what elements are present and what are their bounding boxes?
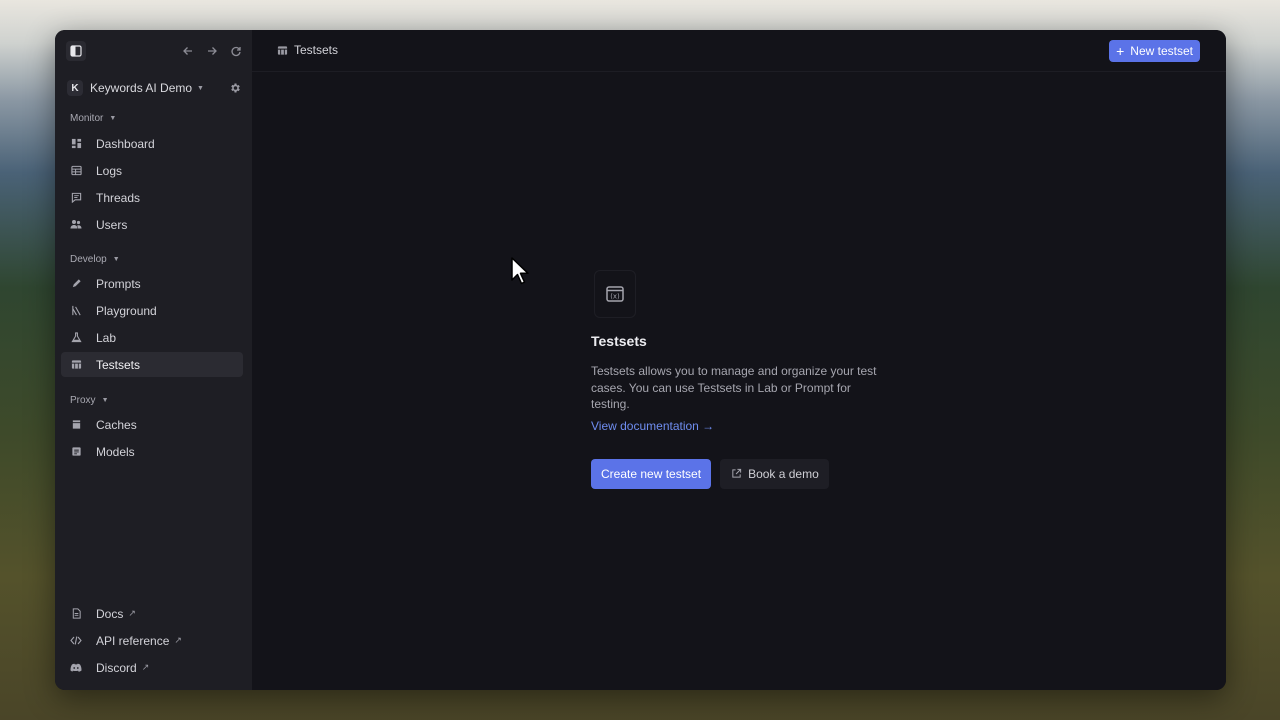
external-link-icon: ↗ — [141, 662, 150, 672]
refresh-icon[interactable] — [228, 43, 244, 59]
sidebar-item-label: API reference — [96, 633, 170, 648]
sidebar-item-playground[interactable]: Playground — [61, 298, 243, 323]
sidebar-item-label: Caches — [96, 417, 137, 432]
view-documentation-link[interactable]: View documentation → — [591, 419, 714, 433]
book-a-demo-label: Book a demo — [748, 466, 819, 481]
plus-icon: + — [1116, 43, 1125, 59]
page-header: Testsets + New testset — [252, 30, 1226, 72]
section-label: Proxy — [70, 395, 96, 406]
section-develop[interactable]: Develop ▼ — [70, 254, 120, 265]
empty-state-icon-box: (x) — [594, 270, 636, 318]
toggle-sidebar-icon[interactable] — [66, 41, 86, 61]
section-proxy[interactable]: Proxy ▼ — [70, 395, 109, 406]
sidebar-item-label: Playground — [96, 303, 157, 318]
sidebar-item-testsets[interactable]: Testsets — [61, 352, 243, 377]
org-switcher[interactable]: K Keywords AI Demo ▼ — [67, 78, 243, 98]
back-arrow-icon[interactable] — [180, 43, 196, 59]
new-testset-button[interactable]: + New testset — [1109, 40, 1200, 62]
main-content: Testsets + New testset (x) Testsets Test… — [252, 30, 1226, 690]
code-icon — [69, 634, 83, 648]
sidebar-item-models[interactable]: Models — [61, 439, 243, 464]
history-controls — [180, 43, 244, 59]
sidebar-item-lab[interactable]: Lab — [61, 325, 243, 350]
users-icon — [69, 218, 83, 232]
empty-state-description: Testsets allows you to manage and organi… — [591, 364, 877, 411]
sidebar-item-label: Threads — [96, 190, 141, 205]
dashboard-icon — [69, 137, 83, 151]
testsets-icon — [69, 358, 83, 372]
org-name: Keywords AI Demo — [90, 81, 193, 95]
chevron-down-icon: ▼ — [109, 115, 117, 122]
table-icon — [69, 164, 83, 178]
chevron-down-icon: ▼ — [197, 84, 204, 92]
sidebar-item-label: Prompts — [96, 276, 141, 291]
sidebar-item-label: Testsets — [96, 357, 141, 372]
variable-box-icon: (x) — [604, 283, 626, 305]
forward-arrow-icon[interactable] — [204, 43, 220, 59]
sidebar-topbar — [55, 30, 252, 72]
sidebar-item-docs[interactable]: Docs ↗ — [61, 601, 243, 626]
playground-icon — [69, 304, 83, 318]
sidebar-item-logs[interactable]: Logs — [61, 158, 243, 183]
breadcrumb: Testsets — [276, 43, 338, 57]
sidebar-item-prompts[interactable]: Prompts — [61, 271, 243, 296]
chevron-down-icon: ▼ — [101, 397, 109, 404]
sidebar-item-label: Models — [96, 444, 135, 459]
external-link-icon: ↗ — [174, 635, 182, 645]
sidebar-item-label: Lab — [96, 330, 117, 345]
chat-icon — [69, 191, 83, 205]
external-link-icon: ↗ — [128, 608, 136, 618]
create-new-testset-button[interactable]: Create new testset — [591, 458, 712, 489]
sidebar-item-users[interactable]: Users — [61, 212, 243, 237]
sidebar-item-label: Docs — [96, 606, 124, 621]
sidebar-item-threads[interactable]: Threads — [61, 185, 243, 210]
app-window: K Keywords AI Demo ▼ Monitor ▼ Dashboard … — [55, 30, 1226, 690]
flask-icon — [69, 331, 83, 345]
page-title: Testsets — [294, 43, 339, 57]
sidebar-item-label: Dashboard — [96, 136, 155, 151]
org-avatar: K — [67, 80, 83, 96]
doc-icon — [69, 607, 83, 621]
cache-icon — [69, 418, 83, 432]
pencil-icon — [69, 277, 83, 291]
gear-icon[interactable] — [227, 80, 243, 96]
sidebar-item-discord[interactable]: Discord ↗ — [61, 655, 243, 680]
external-link-icon — [730, 468, 742, 480]
book-a-demo-button[interactable]: Book a demo — [720, 458, 829, 489]
sidebar: K Keywords AI Demo ▼ Monitor ▼ Dashboard … — [55, 30, 252, 690]
models-icon — [69, 445, 83, 459]
empty-state: (x) Testsets Testsets allows you to mana… — [591, 270, 891, 489]
empty-state-actions: Create new testset Book a demo — [591, 458, 891, 489]
section-monitor[interactable]: Monitor ▼ — [70, 113, 116, 124]
section-label: Develop — [70, 254, 107, 265]
sidebar-item-api-reference[interactable]: API reference ↗ — [61, 628, 243, 653]
testsets-icon — [276, 44, 288, 56]
sidebar-item-label: Discord — [96, 660, 137, 675]
empty-state-title: Testsets — [591, 333, 647, 349]
chevron-down-icon: ▼ — [112, 256, 120, 263]
section-label: Monitor — [70, 113, 104, 124]
svg-text:(x): (x) — [610, 293, 620, 301]
sidebar-item-dashboard[interactable]: Dashboard — [61, 131, 243, 156]
mouse-cursor-icon — [511, 257, 531, 287]
sidebar-item-caches[interactable]: Caches — [61, 412, 243, 437]
discord-icon — [69, 661, 83, 675]
sidebar-item-label: Logs — [96, 163, 123, 178]
sidebar-item-label: Users — [96, 217, 128, 232]
new-testset-label: New testset — [1130, 44, 1193, 58]
